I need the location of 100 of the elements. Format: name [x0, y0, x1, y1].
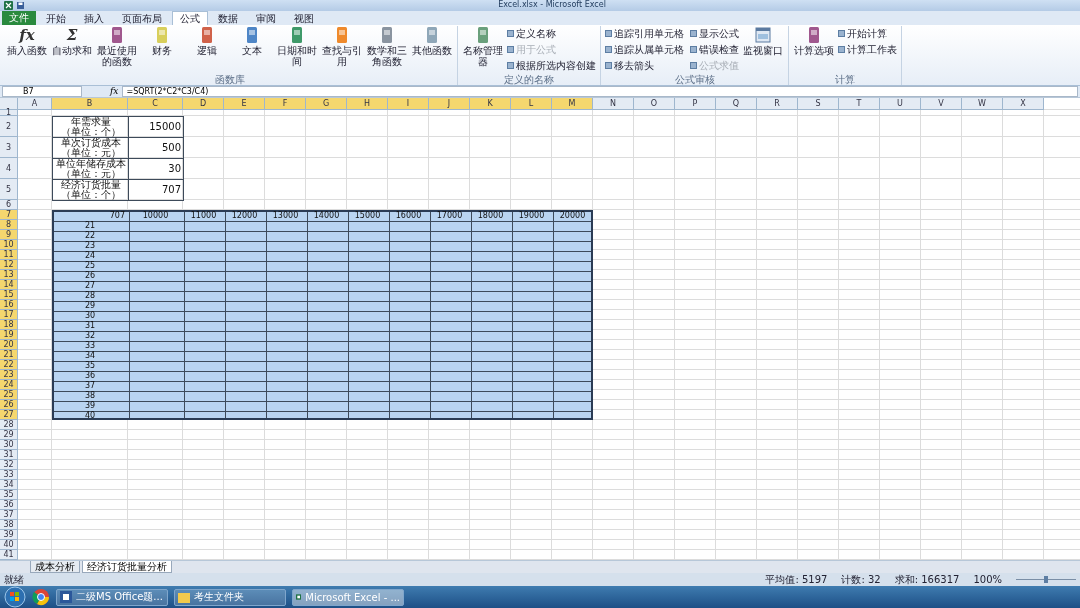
row-header[interactable]: 7 — [0, 210, 18, 220]
ribbon-tab[interactable]: 审阅 — [248, 10, 284, 25]
column-header[interactable]: J — [429, 98, 470, 110]
formula-field[interactable]: =SQRT(2*C2*C3/C4) — [122, 85, 1078, 97]
sheet-tab[interactable]: 成本分析 — [30, 561, 80, 573]
ribbon-tab[interactable]: 页面布局 — [114, 10, 170, 25]
start-icon[interactable] — [4, 586, 26, 608]
row-header[interactable]: 9 — [0, 230, 18, 240]
column-header[interactable]: U — [880, 98, 921, 110]
ribbon-small-button[interactable]: 追踪引用单元格 — [604, 25, 685, 42]
column-header[interactable]: P — [675, 98, 716, 110]
row-header[interactable]: 29 — [0, 430, 18, 440]
row-header[interactable]: 8 — [0, 220, 18, 230]
column-header[interactable]: L — [511, 98, 552, 110]
row-header[interactable]: 11 — [0, 250, 18, 260]
column-header[interactable]: H — [347, 98, 388, 110]
ribbon-small-button[interactable]: 追踪从属单元格 — [604, 41, 685, 58]
row-header[interactable]: 25 — [0, 390, 18, 400]
row-header[interactable]: 5 — [0, 179, 18, 200]
row-header[interactable]: 26 — [0, 400, 18, 410]
ribbon-small-button[interactable]: 错误检查 — [689, 41, 740, 58]
row-header[interactable]: 19 — [0, 330, 18, 340]
ribbon-button[interactable]: Σ 自动求和 — [50, 25, 94, 56]
column-header[interactable]: D — [183, 98, 224, 110]
ribbon-button[interactable]: 其他函数 — [410, 25, 454, 56]
row-header[interactable]: 12 — [0, 260, 18, 270]
ribbon-button[interactable]: 日期和时间 — [275, 25, 319, 67]
row-header[interactable]: 40 — [0, 540, 18, 550]
row-header[interactable]: 13 — [0, 270, 18, 280]
ribbon-small-button[interactable]: 开始计算 — [837, 25, 898, 42]
column-header[interactable]: T — [839, 98, 880, 110]
taskbar-item[interactable]: 考生文件夹 — [174, 588, 286, 606]
column-header[interactable]: K — [470, 98, 511, 110]
row-header[interactable]: 6 — [0, 200, 18, 210]
column-header[interactable]: R — [757, 98, 798, 110]
row-header[interactable]: 38 — [0, 520, 18, 530]
column-header[interactable]: N — [593, 98, 634, 110]
row-header[interactable]: 23 — [0, 370, 18, 380]
column-header[interactable]: M — [552, 98, 593, 110]
row-header[interactable]: 17 — [0, 310, 18, 320]
row-header[interactable]: 33 — [0, 470, 18, 480]
column-header[interactable]: E — [224, 98, 265, 110]
row-header[interactable]: 34 — [0, 480, 18, 490]
ribbon-small-button[interactable]: 定义名称 — [506, 25, 597, 42]
ribbon-button[interactable]: 查找与引用 — [320, 25, 364, 67]
column-header[interactable]: I — [388, 98, 429, 110]
zoom-slider-icon[interactable] — [1016, 576, 1076, 583]
ribbon-button[interactable]: 计算选项 — [792, 25, 836, 56]
browser-icon[interactable] — [32, 588, 50, 606]
ribbon-button[interactable]: fx 插入函数 — [5, 25, 49, 56]
ribbon-button[interactable]: 数学和三角函数 — [365, 25, 409, 67]
column-header[interactable]: F — [265, 98, 306, 110]
row-header[interactable]: 27 — [0, 410, 18, 420]
sheet-tab[interactable]: 经济订货批量分析 — [82, 561, 172, 573]
ribbon-tab[interactable]: 插入 — [76, 10, 112, 25]
row-header[interactable]: 21 — [0, 350, 18, 360]
row-header[interactable]: 14 — [0, 280, 18, 290]
row-header[interactable]: 37 — [0, 510, 18, 520]
row-header[interactable]: 10 — [0, 240, 18, 250]
column-header[interactable]: A — [18, 98, 52, 110]
row-header[interactable]: 39 — [0, 530, 18, 540]
ribbon-tab[interactable]: 数据 — [210, 10, 246, 25]
row-header[interactable]: 16 — [0, 300, 18, 310]
save-icon[interactable] — [17, 1, 24, 9]
column-header[interactable]: C — [128, 98, 183, 110]
ribbon-button[interactable]: 财务 — [140, 25, 184, 56]
column-header[interactable]: W — [962, 98, 1003, 110]
row-header[interactable]: 32 — [0, 460, 18, 470]
column-header[interactable]: G — [306, 98, 347, 110]
row-header[interactable]: 2 — [0, 116, 18, 137]
row-header[interactable]: 35 — [0, 490, 18, 500]
row-header[interactable]: 22 — [0, 360, 18, 370]
row-header[interactable]: 3 — [0, 137, 18, 158]
column-header[interactable]: Q — [716, 98, 757, 110]
ribbon-button[interactable]: 最近使用的函数 — [95, 25, 139, 67]
row-header[interactable]: 15 — [0, 290, 18, 300]
ribbon-button[interactable]: 名称管理器 — [461, 25, 505, 67]
ribbon-button[interactable]: 文本 — [230, 25, 274, 56]
ribbon-tab[interactable]: 视图 — [286, 10, 322, 25]
row-header[interactable]: 24 — [0, 380, 18, 390]
name-box[interactable]: B7 — [2, 85, 82, 97]
column-header[interactable]: B — [52, 98, 128, 110]
ribbon-button[interactable]: 监视窗口 — [741, 25, 785, 56]
ribbon-small-button[interactable]: 移去箭头 — [604, 57, 685, 74]
ribbon-small-button[interactable]: 显示公式 — [689, 25, 740, 42]
row-header[interactable]: 18 — [0, 320, 18, 330]
row-header[interactable]: 20 — [0, 340, 18, 350]
ribbon-button[interactable]: 逻辑 — [185, 25, 229, 56]
row-header[interactable]: 36 — [0, 500, 18, 510]
column-header[interactable]: X — [1003, 98, 1044, 110]
row-header[interactable]: 4 — [0, 158, 18, 179]
insert-function-button[interactable]: fx — [110, 86, 119, 97]
excel-icon[interactable] — [4, 0, 13, 10]
row-header[interactable]: 30 — [0, 440, 18, 450]
taskbar-item[interactable]: 二级MS Office题... — [56, 588, 168, 606]
column-header[interactable]: S — [798, 98, 839, 110]
ribbon-small-button[interactable]: 计算工作表 — [837, 41, 898, 58]
row-header[interactable]: 28 — [0, 420, 18, 430]
row-header[interactable]: 31 — [0, 450, 18, 460]
column-header[interactable]: O — [634, 98, 675, 110]
